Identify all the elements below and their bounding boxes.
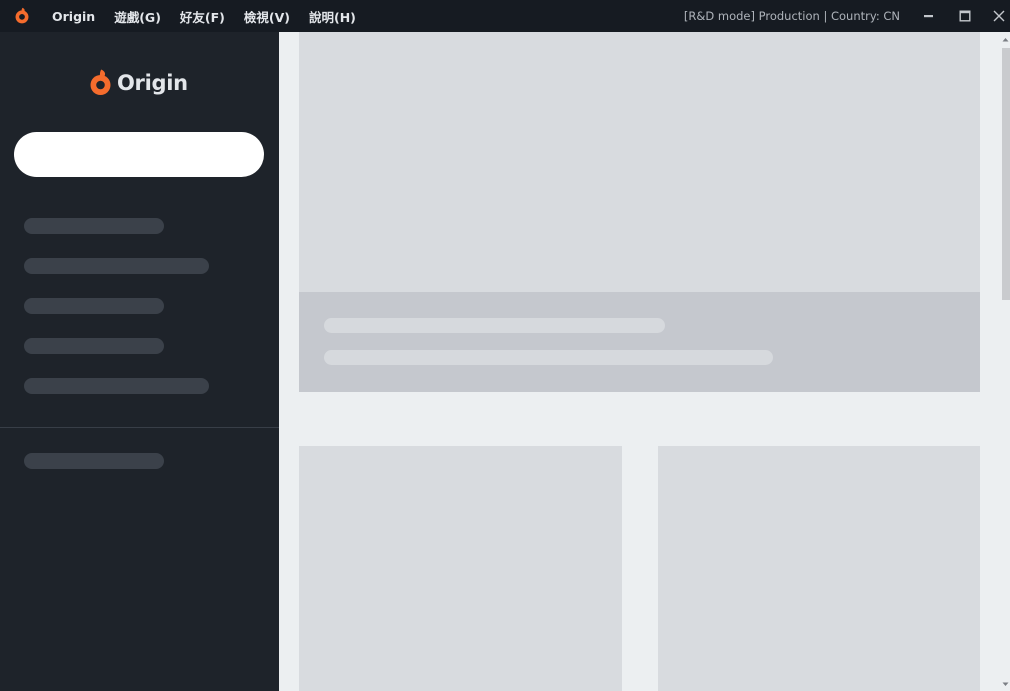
menu-bar: Origin 遊戲(G) 好友(F) 檢視(V) 說明(H) [52, 0, 375, 32]
scroll-up-arrow-icon [1002, 37, 1009, 41]
tile-placeholder [658, 446, 980, 691]
hero-banner-placeholder [299, 32, 980, 292]
minimize-icon [924, 15, 933, 18]
vertical-scrollbar[interactable] [1001, 32, 1010, 691]
caption-line-placeholder [324, 318, 665, 333]
caption-line-placeholder [324, 350, 773, 365]
close-icon [993, 10, 1005, 22]
nav-item-placeholder [24, 298, 164, 314]
menu-help[interactable]: 說明(H) [309, 7, 356, 26]
minimize-button[interactable] [912, 0, 946, 32]
search-input[interactable] [14, 132, 264, 177]
nav-item-placeholder [24, 378, 209, 394]
scroll-up-button[interactable] [1001, 32, 1010, 46]
hero-caption-placeholder [299, 292, 980, 392]
close-button[interactable] [982, 0, 1010, 32]
scroll-down-arrow-icon [1002, 682, 1009, 686]
sidebar-divider [0, 427, 279, 428]
tile-placeholder [299, 446, 622, 691]
origin-logo-icon [90, 69, 111, 95]
environment-status: [R&D mode] Production | Country: CN [683, 9, 900, 23]
origin-logo-icon[interactable] [13, 7, 31, 25]
nav-item-placeholder [24, 258, 209, 274]
menu-origin[interactable]: Origin [52, 9, 95, 24]
brand-name: Origin [117, 71, 188, 95]
title-bar: Origin 遊戲(G) 好友(F) 檢視(V) 說明(H) [R&D mode… [0, 0, 1010, 32]
scroll-thumb[interactable] [1002, 48, 1010, 300]
nav-item-placeholder [24, 218, 164, 234]
nav-item-placeholder [24, 338, 164, 354]
maximize-icon [959, 10, 971, 22]
origin-brand[interactable]: Origin [89, 68, 188, 98]
main-content [279, 32, 1001, 691]
sidebar: Origin [0, 32, 279, 691]
scroll-down-button[interactable] [1001, 677, 1010, 691]
nav-item-placeholder [24, 453, 164, 469]
menu-games[interactable]: 遊戲(G) [114, 7, 161, 26]
maximize-button[interactable] [948, 0, 982, 32]
menu-friends[interactable]: 好友(F) [180, 7, 225, 26]
menu-view[interactable]: 檢視(V) [244, 7, 290, 26]
